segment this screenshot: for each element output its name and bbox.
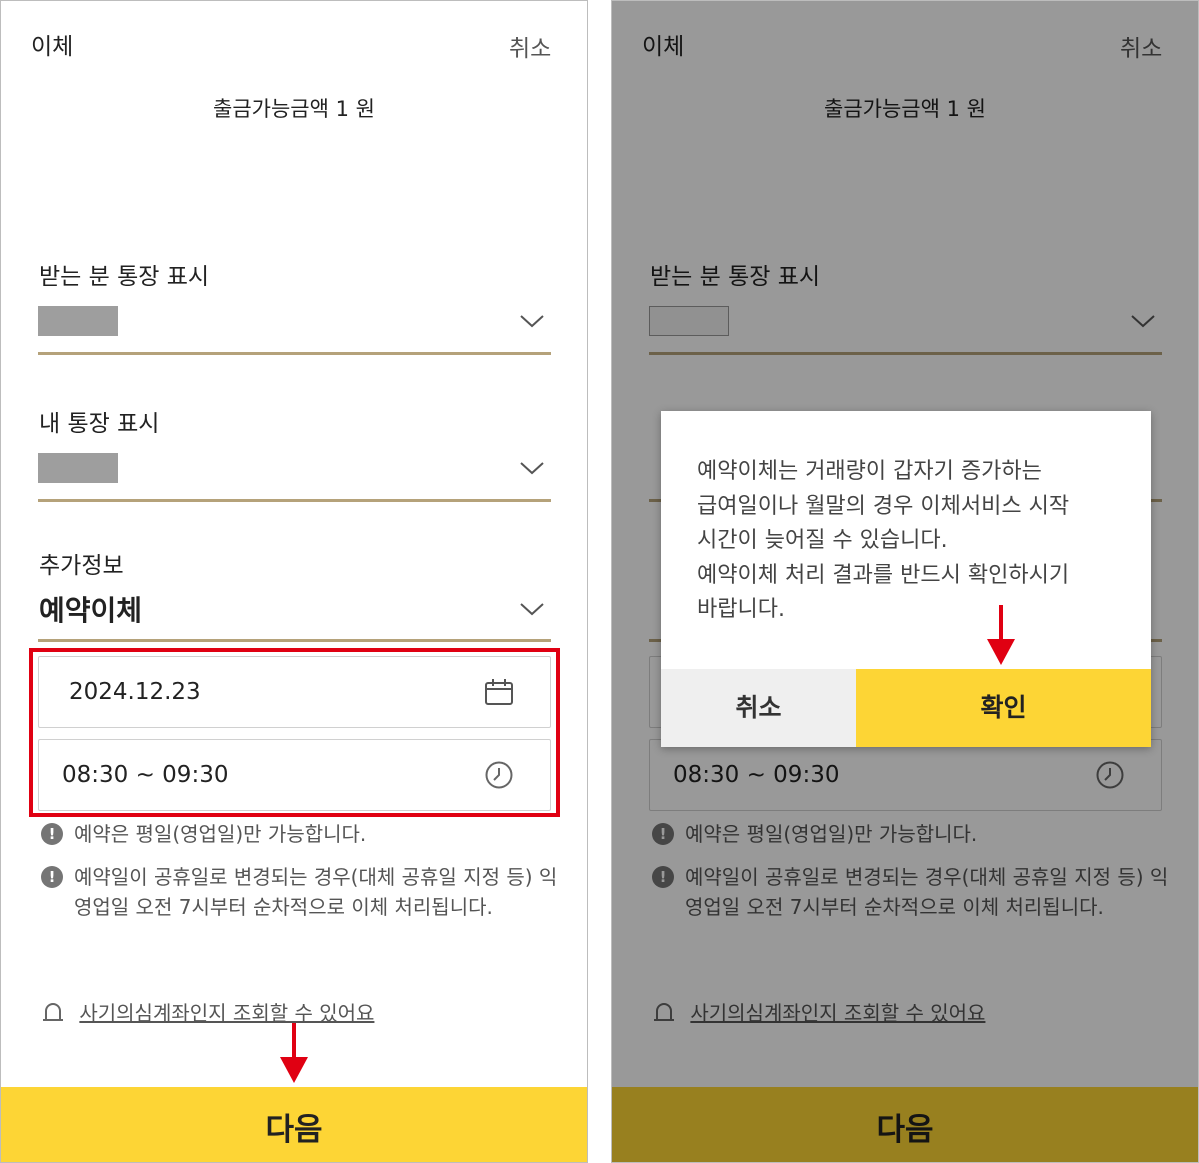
arrow-down-icon xyxy=(280,1023,308,1083)
arrow-down-icon xyxy=(987,605,1015,665)
page-title: 이체 xyxy=(31,34,74,60)
recipient-display-label: 받는 분 통장 표시 xyxy=(39,264,210,290)
dialog-line: 시간이 늦어질 수 있습니다. xyxy=(697,528,948,553)
extra-info-label: 추가정보 xyxy=(39,553,124,579)
dialog-message: 예약이체는 거래량이 갑자기 증가하는 급여일이나 월말의 경우 이체서비스 시… xyxy=(697,455,1117,628)
dialog-line: 바랍니다. xyxy=(697,597,785,622)
next-button[interactable]: 다음 xyxy=(1,1087,587,1162)
chevron-down-icon[interactable] xyxy=(517,458,547,478)
recipient-display-value-redacted[interactable] xyxy=(38,306,118,336)
notice-weekday: ! 예약은 평일(영업일)만 가능합니다. xyxy=(41,819,366,849)
dialog-cancel-button[interactable]: 취소 xyxy=(661,669,856,747)
dialog-line: 급여일이나 월말의 경우 이체서비스 시작 xyxy=(697,493,1070,519)
dialog-line: 예약이체 처리 결과를 반드시 확인하시기 xyxy=(697,562,1070,588)
notice-holiday: ! 예약일이 공휴일로 변경되는 경우(대체 공휴일 지정 등) 익 영업일 오… xyxy=(41,862,557,922)
notice-line1: 예약일이 공휴일로 변경되는 경우(대체 공휴일 지정 등) 익 xyxy=(74,865,558,889)
cancel-button[interactable]: 취소 xyxy=(509,29,551,63)
info-icon: ! xyxy=(41,823,63,845)
my-display-label: 내 통장 표시 xyxy=(39,411,160,437)
reservation-notice-dialog: 예약이체는 거래량이 갑자기 증가하는 급여일이나 월말의 경우 이체서비스 시… xyxy=(661,411,1151,747)
notice-line2: 영업일 오전 7시부터 순차적으로 이체 처리됩니다. xyxy=(74,895,493,919)
fraud-check-link[interactable]: 사기의심계좌인지 조회할 수 있어요 xyxy=(41,997,374,1026)
info-icon: ! xyxy=(41,866,63,888)
transfer-screen-step1: 이체 취소 출금가능금액 1 원 받는 분 통장 표시 내 통장 표시 추가정보… xyxy=(0,0,588,1163)
highlight-frame xyxy=(29,648,560,817)
extra-info-underline xyxy=(38,639,551,642)
transfer-screen-step2: 이체 취소 출금가능금액 1 원 받는 분 통장 표시 08:30 ~ 09:3… xyxy=(611,0,1199,1163)
chevron-down-icon[interactable] xyxy=(517,599,547,619)
fraud-check-link-text[interactable]: 사기의심계좌인지 조회할 수 있어요 xyxy=(79,1001,374,1025)
dialog-line: 예약이체는 거래량이 갑자기 증가하는 xyxy=(697,459,1042,484)
siren-icon xyxy=(43,1003,63,1021)
chevron-down-icon[interactable] xyxy=(517,311,547,331)
extra-info-value[interactable]: 예약이체 xyxy=(39,589,142,629)
notice-text: 예약은 평일(영업일)만 가능합니다. xyxy=(74,822,367,846)
my-display-value-redacted[interactable] xyxy=(38,453,118,483)
my-display-underline xyxy=(38,499,551,502)
dialog-confirm-button[interactable]: 확인 xyxy=(856,669,1151,747)
available-balance: 출금가능금액 1 원 xyxy=(213,97,375,121)
recipient-display-underline xyxy=(38,352,551,355)
